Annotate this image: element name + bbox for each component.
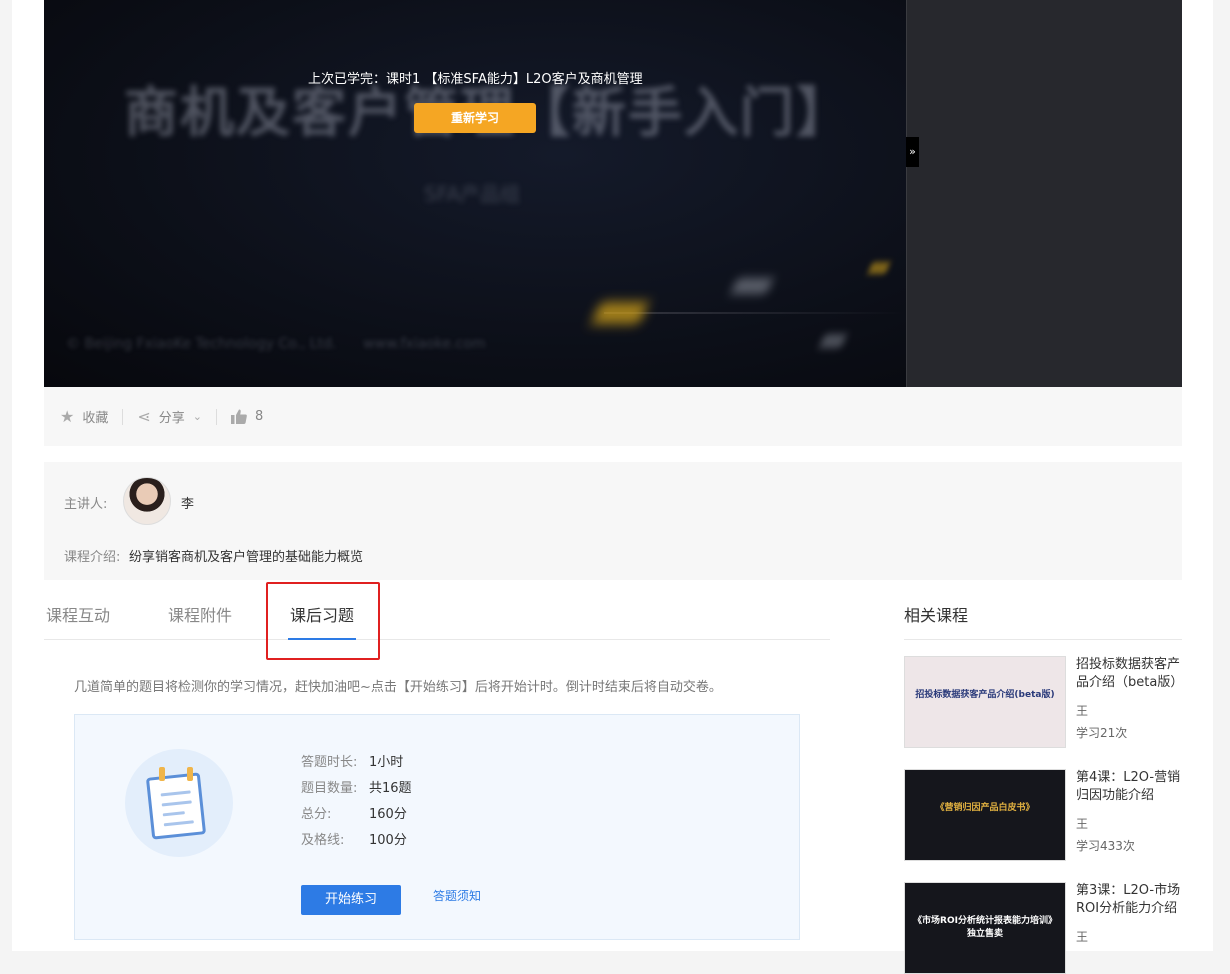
blurred-slide-subtitle: SFA产品组 xyxy=(424,182,521,206)
quiz-row-pass: 及格线: 100分 xyxy=(301,833,407,848)
course-title[interactable]: 第3课：L2O-市场ROI分析能力介绍 xyxy=(1076,882,1182,918)
answer-notice-link[interactable]: 答题须知 xyxy=(433,887,481,904)
course-thumbnail[interactable]: 《营销归因产品白皮书》 xyxy=(904,769,1066,861)
related-course-item[interactable]: 《营销归因产品白皮书》 第4课：L2O-营销归因功能介绍 王 学习433次 xyxy=(904,769,1182,861)
highlight-annotation xyxy=(266,582,380,660)
action-bar: ★ 收藏 ⋖ 分享 ⌄ 8 xyxy=(44,387,1182,446)
avatar[interactable] xyxy=(123,477,171,525)
presenter-label: 主讲人: xyxy=(64,497,108,512)
course-thumbnail[interactable]: 招投标数据获客产品介绍(beta版) xyxy=(904,656,1066,748)
course-views: 学习21次 xyxy=(1076,726,1128,740)
share-icon: ⋖ xyxy=(137,407,151,426)
slide-decoration xyxy=(591,302,649,324)
quiz-description: 几道简单的题目将检测你的学习情况，赶快加油吧~点击【开始练习】后将开始计时。倒计… xyxy=(74,680,722,695)
course-thumbnail[interactable]: 《市场ROI分析统计报表能力培训》 独立售卖 xyxy=(904,882,1066,974)
favorite-button[interactable]: ★ 收藏 xyxy=(60,407,108,426)
chapter-sidebar xyxy=(906,0,1182,387)
course-views: 学习433次 xyxy=(1076,839,1135,853)
start-practice-button[interactable]: 开始练习 xyxy=(301,885,401,915)
quiz-row-count: 题目数量: 共16题 xyxy=(301,781,412,796)
favorite-label: 收藏 xyxy=(82,411,109,426)
share-label: 分享 xyxy=(158,411,185,426)
tab-bar: 课程互动 课程附件 课后习题 xyxy=(44,580,830,640)
course-title[interactable]: 招投标数据获客产品介绍（beta版） xyxy=(1076,656,1183,692)
video-frame[interactable]: 商机及客户管理【新手入门】 SFA产品组 © Beijing FxiaoKe T… xyxy=(44,0,906,387)
intro-text: 纷享销客商机及客户管理的基础能力概览 xyxy=(129,550,364,565)
clipboard-icon xyxy=(125,749,233,857)
course-info-panel: 主讲人: 李 课程介绍: 纷享销客商机及客户管理的基础能力概览 xyxy=(44,462,1182,580)
blurred-slide-footer: © Beijing FxiaoKe Technology Co., Ltd. w… xyxy=(66,336,486,352)
divider xyxy=(904,639,1182,640)
slide-decoration xyxy=(731,278,773,294)
quiz-row-total: 总分: 160分 xyxy=(301,807,407,822)
intro-label: 课程介绍: xyxy=(64,550,121,565)
slide-decoration xyxy=(819,334,847,348)
expand-sidebar-icon[interactable]: » xyxy=(906,137,919,167)
quiz-row-duration: 答题时长: 1小时 xyxy=(301,755,404,770)
course-author: 王 xyxy=(1076,930,1089,944)
thumbs-up-icon xyxy=(231,409,247,424)
relearn-button[interactable]: 重新学习 xyxy=(414,103,536,133)
course-title[interactable]: 第4课：L2O-营销归因功能介绍 xyxy=(1076,769,1182,805)
star-icon: ★ xyxy=(60,407,75,426)
related-course-item[interactable]: 招投标数据获客产品介绍(beta版) 招投标数据获客产品介绍（beta版） 王 … xyxy=(904,656,1183,748)
tab-course-interaction[interactable]: 课程互动 xyxy=(46,602,110,626)
related-course-item[interactable]: 《市场ROI分析统计报表能力培训》 独立售卖 第3课：L2O-市场ROI分析能力… xyxy=(904,882,1182,974)
presenter-name[interactable]: 李 xyxy=(181,493,194,512)
like-button[interactable]: 8 xyxy=(231,409,263,424)
related-courses-title: 相关课程 xyxy=(904,606,969,625)
share-button[interactable]: ⋖ 分享 ⌄ xyxy=(137,407,202,426)
last-learned-text: 上次已学完：课时1 【标准SFA能力】L2O客户及商机管理 xyxy=(308,72,643,87)
course-author: 王 xyxy=(1076,817,1089,831)
like-count: 8 xyxy=(255,409,264,424)
chevron-down-icon: ⌄ xyxy=(192,410,202,423)
tab-course-attachments[interactable]: 课程附件 xyxy=(168,602,232,626)
course-author: 王 xyxy=(1076,704,1089,718)
slide-decoration-line xyxy=(604,312,904,314)
quiz-card: 答题时长: 1小时 题目数量: 共16题 总分: 160分 及格线: 100分 开始练习… xyxy=(74,714,800,940)
quiz-details: 答题时长: 1小时 题目数量: 共16题 总分: 160分 及格线: 100分 xyxy=(301,751,412,855)
divider xyxy=(122,408,124,425)
slide-decoration xyxy=(867,262,891,274)
divider xyxy=(216,408,217,425)
video-player[interactable]: 商机及客户管理【新手入门】 SFA产品组 © Beijing FxiaoKe T… xyxy=(44,0,1182,387)
